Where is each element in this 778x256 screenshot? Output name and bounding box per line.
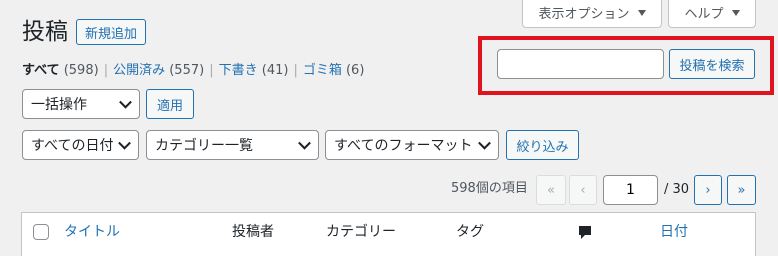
help-label: ヘルプ: [684, 7, 724, 22]
category-filter-value: カテゴリー一覧: [155, 138, 253, 154]
view-all-link[interactable]: すべて: [22, 63, 60, 78]
view-trash-link[interactable]: ゴミ箱: [303, 63, 342, 78]
date-filter-select[interactable]: すべての日付: [22, 130, 139, 160]
apply-button[interactable]: 適用: [146, 89, 194, 119]
add-new-button[interactable]: 新規追加: [76, 19, 146, 45]
chevron-down-icon: [118, 136, 131, 150]
column-title[interactable]: タイトル: [64, 222, 120, 242]
select-all-checkbox[interactable]: [33, 224, 49, 240]
search-posts-button[interactable]: 投稿を検索: [669, 49, 755, 79]
chevron-down-icon: [478, 136, 491, 150]
view-trash-count: (6): [345, 63, 365, 78]
view-drafts-link[interactable]: 下書き: [219, 63, 258, 78]
first-page-button[interactable]: «: [536, 175, 566, 205]
post-status-views: すべて (598) | 公開済み (557) | 下書き (41) | ゴミ箱 (6): [22, 63, 365, 78]
screen-options-label: 表示オプション: [538, 7, 630, 22]
category-filter-select[interactable]: カテゴリー一覧: [146, 130, 319, 160]
help-tab[interactable]: ヘルプ: [668, 0, 756, 28]
date-filter-value: すべての日付: [31, 138, 114, 154]
last-page-button[interactable]: »: [727, 175, 756, 205]
chevron-down-icon: [298, 136, 311, 150]
page-title: 投稿: [22, 19, 68, 45]
items-count: 598個の項目: [451, 181, 528, 196]
format-filter-value: すべてのフォーマット: [334, 138, 473, 154]
view-all-count: (598): [63, 63, 99, 78]
current-page-input[interactable]: [603, 175, 658, 205]
format-filter-select[interactable]: すべてのフォーマット: [325, 130, 499, 160]
bulk-action-value: 一括操作: [31, 97, 87, 113]
chevron-down-icon: [119, 95, 132, 109]
column-categories: カテゴリー: [326, 224, 396, 240]
view-drafts-count: (41): [261, 63, 289, 78]
total-pages: / 30: [664, 182, 690, 197]
column-date[interactable]: 日付: [660, 222, 688, 242]
post-search-input[interactable]: [497, 49, 664, 79]
caret-down-icon: [637, 9, 646, 16]
view-published-count: (557): [169, 63, 205, 78]
filter-button[interactable]: 絞り込み: [506, 130, 579, 160]
screen-options-tab[interactable]: 表示オプション: [522, 0, 662, 28]
caret-down-icon: [731, 9, 740, 16]
prev-page-button[interactable]: ‹: [569, 175, 597, 205]
view-published-link[interactable]: 公開済み: [113, 63, 165, 78]
bulk-action-select[interactable]: 一括操作: [22, 89, 140, 119]
column-tags: タグ: [456, 224, 484, 240]
column-author: 投稿者: [232, 224, 274, 240]
comments-icon[interactable]: [577, 224, 593, 240]
next-page-button[interactable]: ›: [694, 175, 722, 205]
